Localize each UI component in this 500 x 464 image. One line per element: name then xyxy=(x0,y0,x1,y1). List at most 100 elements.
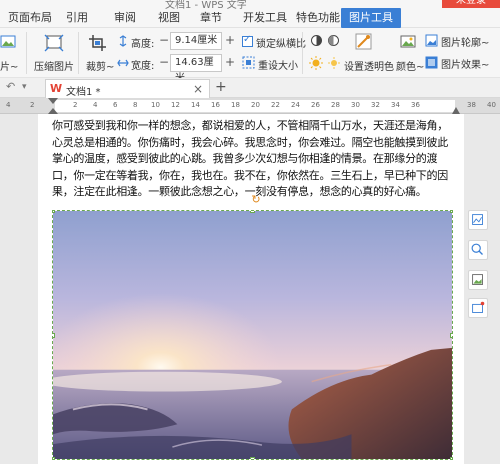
picture-effects-button[interactable]: 图片效果~ xyxy=(441,56,489,71)
ruler-number: 32 xyxy=(371,101,380,109)
zoom-icon xyxy=(471,243,483,255)
crop-icon[interactable] xyxy=(88,34,108,52)
body-paragraph[interactable]: 你可感受到我和你一样的想念，都说相爱的人，不管相隔千山万水，天涯还是海角，心灵总… xyxy=(52,118,457,201)
ruler-number: 28 xyxy=(331,101,340,109)
document-tab[interactable]: W 文档1 * × xyxy=(45,79,210,98)
ruler-number: 2 xyxy=(30,101,35,109)
reset-size-button[interactable]: 重设大小 xyxy=(258,57,298,72)
ruler-number: 34 xyxy=(391,101,400,109)
inserted-picture[interactable] xyxy=(52,210,453,460)
reset-size-icon[interactable] xyxy=(242,56,255,69)
picture-color-icon[interactable] xyxy=(400,33,418,51)
resize-handle[interactable] xyxy=(450,211,452,213)
wps-writer-window: 文档1 - WPS 文字 页面布局 引用 审阅 视图 章节 开发工具 特色功能 … xyxy=(0,0,500,464)
insert-picture-icon[interactable] xyxy=(0,34,18,50)
ruler-number: 14 xyxy=(191,101,200,109)
resize-handle[interactable] xyxy=(250,457,255,459)
ruler-number: 22 xyxy=(271,101,280,109)
tab-developer-tools[interactable]: 开发工具 xyxy=(243,9,287,27)
rotate-handle-icon[interactable]: ↻ xyxy=(250,194,262,206)
lock-aspect-ratio-checkbox[interactable] xyxy=(242,34,253,47)
resize-handle[interactable] xyxy=(450,333,452,338)
picture-color-button[interactable]: 颜色~ xyxy=(396,58,424,73)
height-increase-button[interactable]: + xyxy=(224,32,236,50)
picture-tools-toolbar: 片~ 压缩图片 裁剪~ 高度: − 9.14厘米 + 宽度: − 14.63厘米… xyxy=(0,28,500,84)
ruler-number: 36 xyxy=(411,101,420,109)
tab-review[interactable]: 审阅 xyxy=(114,9,136,27)
ruler-number: 6 xyxy=(113,101,118,109)
ruler-number: 40 xyxy=(487,101,496,109)
width-input[interactable]: 14.63厘米 xyxy=(170,54,222,84)
width-decrease-button[interactable]: − xyxy=(158,54,170,72)
resize-handle[interactable] xyxy=(53,211,55,213)
resize-handle[interactable] xyxy=(53,333,55,338)
ruler-number: 10 xyxy=(151,101,160,109)
document-tab-bar: ↶ ▾ W 文档1 * × + xyxy=(0,78,500,98)
ruler-number: 4 xyxy=(6,101,11,109)
set-transparent-color-button[interactable]: 设置透明色 xyxy=(344,58,394,73)
ruler-number: 12 xyxy=(171,101,180,109)
ruler-number: 16 xyxy=(211,101,220,109)
new-tab-plus-icon[interactable]: + xyxy=(215,79,227,95)
width-label: 宽度: xyxy=(131,61,155,72)
picture-menu-label[interactable]: 片~ xyxy=(0,58,18,73)
tab-references[interactable]: 引用 xyxy=(66,9,88,27)
resize-handle[interactable] xyxy=(250,211,255,213)
height-decrease-button[interactable]: − xyxy=(158,32,170,50)
toolbar-divider xyxy=(302,32,303,74)
crop-picture-button[interactable] xyxy=(468,270,488,290)
ruler-number: 8 xyxy=(133,101,138,109)
layout-options-button[interactable] xyxy=(468,210,488,230)
height-label: 高度: xyxy=(131,39,155,50)
width-increase-button[interactable]: + xyxy=(224,54,236,72)
ruler-number: 26 xyxy=(311,101,320,109)
ribbon-tab-bar: 文档1 - WPS 文字 页面布局 引用 审阅 视图 章节 开发工具 特色功能 … xyxy=(0,0,500,28)
indent-marker-icon[interactable] xyxy=(48,98,58,114)
compress-picture-icon[interactable] xyxy=(44,34,64,52)
decrease-brightness-icon[interactable] xyxy=(327,56,341,70)
chevron-down-icon[interactable]: ▾ xyxy=(22,82,27,92)
ruler-number: 18 xyxy=(231,101,240,109)
crop-button[interactable]: 裁剪~ xyxy=(86,58,114,73)
ruler-number: 4 xyxy=(93,101,98,109)
set-transparent-color-icon[interactable] xyxy=(354,32,374,52)
wps-writer-icon: W xyxy=(50,82,63,95)
ruler-number: 2 xyxy=(73,101,78,109)
toolbar-divider xyxy=(26,32,27,74)
ruler-number: 38 xyxy=(467,101,476,109)
picture-outline-button[interactable]: 图片轮廓~ xyxy=(441,34,489,49)
brightness-icon[interactable] xyxy=(327,34,340,47)
tab-picture-tools[interactable]: 图片工具 xyxy=(341,8,401,28)
ruler-number: 30 xyxy=(351,101,360,109)
close-icon[interactable]: × xyxy=(193,82,203,96)
tab-view[interactable]: 视图 xyxy=(158,9,180,27)
document-tab-label: 文档1 * xyxy=(66,87,101,98)
layout-options-icon xyxy=(472,214,483,225)
sunset-sea-picture xyxy=(53,211,452,459)
undo-icon[interactable]: ↶ xyxy=(6,80,15,93)
ruler-number: 24 xyxy=(291,101,300,109)
document-canvas: 你可感受到我和你一样的想念，都说相爱的人，不管相隔千山万水，天涯还是海角，心灵总… xyxy=(0,114,500,464)
picture-outline-icon[interactable] xyxy=(425,34,438,47)
right-indent-marker-icon[interactable] xyxy=(452,104,460,114)
contrast-icon[interactable] xyxy=(310,34,323,47)
resize-handle[interactable] xyxy=(450,457,452,459)
toolbar-divider xyxy=(78,32,79,74)
resize-handle[interactable] xyxy=(53,457,55,459)
login-button[interactable]: 未登录 xyxy=(442,0,500,8)
tab-special-features[interactable]: 特色功能 xyxy=(296,9,340,27)
document-page[interactable]: 你可感受到我和你一样的想念，都说相爱的人，不管相隔千山万水，天涯还是海角，心灵总… xyxy=(38,114,464,464)
tab-page-layout[interactable]: 页面布局 xyxy=(8,9,52,27)
height-input[interactable]: 9.14厘米 xyxy=(170,32,222,50)
height-icon xyxy=(119,35,127,47)
ruler-number: 20 xyxy=(251,101,260,109)
picture-edit-icon xyxy=(472,301,485,313)
picture-effects-icon[interactable] xyxy=(425,56,438,69)
increase-brightness-icon[interactable] xyxy=(309,56,323,70)
lock-aspect-ratio-label: 锁定纵横比 xyxy=(256,39,306,50)
tab-chapter[interactable]: 章节 xyxy=(200,9,222,27)
picture-tools-side-button[interactable] xyxy=(468,298,488,318)
horizontal-ruler[interactable]: 4 2 2 4 6 8 10 12 14 16 18 20 22 24 26 2… xyxy=(0,98,500,114)
picture-preview-button[interactable] xyxy=(468,240,488,260)
compress-picture-button[interactable]: 压缩图片 xyxy=(34,58,74,73)
